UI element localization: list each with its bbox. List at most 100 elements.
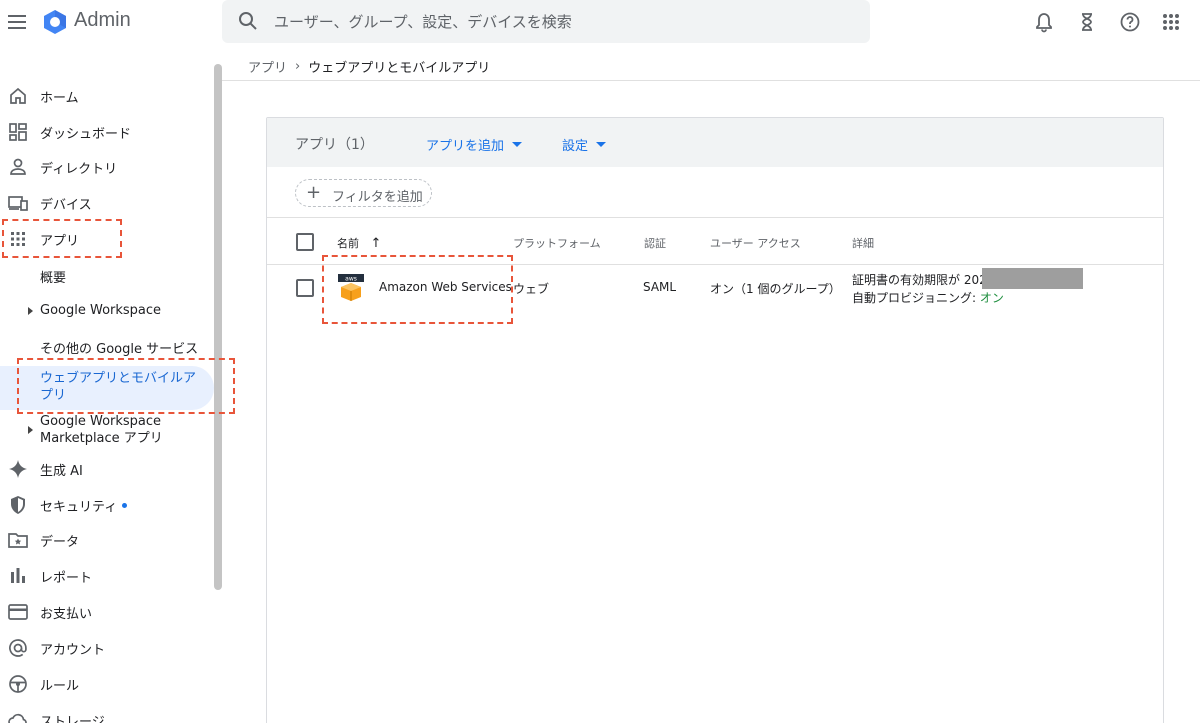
card-header: アプリ（1） アプリを追加 設定 — [267, 118, 1163, 167]
header-row-divider — [267, 264, 1163, 265]
sidebar-sub-google-workspace[interactable]: Google Workspace — [0, 303, 212, 323]
at-icon — [9, 639, 27, 657]
breadcrumb: アプリ › ウェブアプリとモバイルアプリ — [248, 57, 490, 76]
sidebar-item-billing[interactable]: お支払い — [0, 594, 212, 630]
sidebar-item-label: ルール — [40, 678, 80, 694]
sidebar-item-security[interactable]: セキュリティ — [0, 487, 212, 523]
sidebar-item-label: セキュリティ — [40, 499, 118, 515]
apps-icon — [11, 232, 25, 246]
add-filter-label: フィルタを追加 — [332, 190, 423, 205]
column-header-details[interactable]: 詳細 — [852, 235, 874, 251]
sidebar-sub-other-google-services[interactable]: その他の Google サービス — [0, 338, 212, 358]
sidebar-item-label: ストレージ — [40, 714, 105, 723]
menu-icon[interactable] — [6, 11, 28, 33]
aws-logo-text: aws — [345, 276, 357, 283]
app-name[interactable]: Amazon Web Services — [379, 280, 512, 294]
home-icon — [10, 87, 26, 104]
breadcrumb-separator: › — [295, 59, 301, 74]
app-auth: SAML — [643, 280, 677, 294]
row-checkbox[interactable] — [296, 279, 314, 297]
sidebar-item-devices[interactable]: デバイス — [0, 185, 212, 221]
app-title[interactable]: Admin — [74, 9, 131, 32]
sidebar-scrollbar[interactable] — [214, 64, 222, 590]
apps-grid-icon[interactable] — [1160, 11, 1182, 33]
column-header-label: 名前 — [337, 237, 359, 250]
sidebar-item-label: アプリ — [40, 233, 80, 249]
rules-icon — [9, 675, 27, 693]
app-detail-cert: 証明書の有効期限が 2028/ — [852, 273, 999, 287]
breadcrumb-current: ウェブアプリとモバイルアプリ — [308, 61, 491, 76]
sidebar-item-label: ウェブアプリとモバイルアプリ — [40, 371, 197, 403]
select-all-checkbox[interactable] — [296, 233, 314, 251]
sparkle-icon — [9, 460, 27, 478]
sidebar-item-account[interactable]: アカウント — [0, 630, 212, 666]
sidebar-item-storage[interactable]: ストレージ — [0, 702, 212, 723]
label-line-1: Google Workspace — [40, 414, 162, 429]
sidebar-item-directory[interactable]: ディレクトリ — [0, 149, 212, 185]
admin-logo-icon[interactable] — [42, 9, 68, 35]
column-header-platform[interactable]: プラットフォーム — [513, 235, 601, 251]
app-detail-provisioning: 自動プロビジョニング: オン — [852, 289, 1004, 306]
notification-dot — [122, 503, 127, 508]
folder-star-icon — [8, 533, 28, 548]
bell-icon[interactable] — [1033, 11, 1055, 33]
sidebar-sub-overview[interactable]: 概要 — [0, 267, 212, 287]
devices-icon — [8, 196, 28, 211]
sidebar-item-rules[interactable]: ルール — [0, 666, 212, 702]
search-bar[interactable] — [222, 0, 870, 43]
column-header-auth[interactable]: 認証 — [644, 235, 666, 251]
sort-arrow-icon[interactable]: ↑ — [371, 236, 382, 251]
add-app-label: アプリを追加 — [426, 139, 505, 154]
sidebar-item-label: デバイス — [40, 197, 92, 213]
sidebar-item-reports[interactable]: レポート — [0, 558, 212, 594]
sidebar-item-label: その他の Google サービス — [40, 342, 199, 357]
plus-icon: + — [306, 182, 322, 203]
credit-card-icon — [8, 604, 28, 620]
cloud-icon — [8, 713, 27, 723]
redacted-area — [982, 268, 1083, 289]
breadcrumb-parent[interactable]: アプリ — [248, 57, 287, 76]
app-user-access: オン（1 個のグループ） — [710, 282, 841, 296]
sidebar-item-label: 生成 AI — [40, 463, 83, 479]
sidebar-item-label: レポート — [40, 570, 93, 586]
sidebar-sub-marketplace-apps[interactable]: Google Workspace Marketplace アプリ — [0, 413, 212, 449]
filter-divider — [267, 217, 1163, 218]
sidebar-item-label: ダッシュボード — [40, 126, 132, 142]
provisioning-label: 自動プロビジョニング: — [852, 291, 980, 305]
column-header-user-access[interactable]: ユーザー アクセス — [710, 235, 801, 251]
column-header-name[interactable]: 名前 ↑ — [337, 235, 381, 251]
app-platform: ウェブ — [513, 282, 550, 296]
sidebar-item-data[interactable]: データ — [0, 522, 212, 558]
bar-chart-icon — [11, 568, 25, 583]
sidebar-item-label: ホーム — [40, 90, 79, 106]
shield-icon — [11, 496, 25, 514]
sidebar-item-label: データ — [40, 534, 80, 550]
card-title: アプリ（1） — [295, 137, 374, 153]
sidebar-item-label: Google Workspace — [40, 303, 162, 318]
settings-button[interactable]: 設定 — [562, 135, 607, 154]
sidebar-item-apps[interactable]: アプリ — [0, 221, 212, 257]
aws-logo-icon: aws — [338, 274, 364, 301]
search-input[interactable] — [274, 6, 854, 37]
sidebar-item-label: 概要 — [40, 271, 67, 286]
help-icon[interactable] — [1119, 11, 1141, 33]
provisioning-status: オン — [979, 291, 1004, 305]
expand-caret-icon[interactable] — [28, 426, 33, 434]
hourglass-icon[interactable] — [1076, 11, 1098, 33]
sidebar-item-label: Google Workspace Marketplace アプリ — [40, 413, 200, 447]
apps-card: アプリ（1） アプリを追加 設定 + フィルタを追加 名前 ↑ プラットフォーム… — [266, 117, 1164, 723]
dashboard-icon — [9, 123, 27, 141]
sidebar-item-home[interactable]: ホーム — [0, 78, 212, 114]
settings-label: 設定 — [562, 139, 589, 154]
dropdown-arrow-icon — [512, 142, 523, 147]
top-bar: Admin — [0, 0, 1200, 44]
expand-caret-icon[interactable] — [28, 307, 33, 315]
sidebar-item-dashboard[interactable]: ダッシュボード — [0, 114, 212, 150]
search-icon — [239, 12, 257, 30]
sidebar-item-gen-ai[interactable]: 生成 AI — [0, 451, 212, 487]
person-icon — [10, 158, 26, 175]
add-app-button[interactable]: アプリを追加 — [426, 135, 523, 154]
header-divider — [222, 80, 1200, 81]
add-filter-button[interactable]: + フィルタを追加 — [295, 179, 432, 207]
sidebar-sub-web-mobile-apps[interactable]: ウェブアプリとモバイルアプリ — [0, 366, 214, 410]
